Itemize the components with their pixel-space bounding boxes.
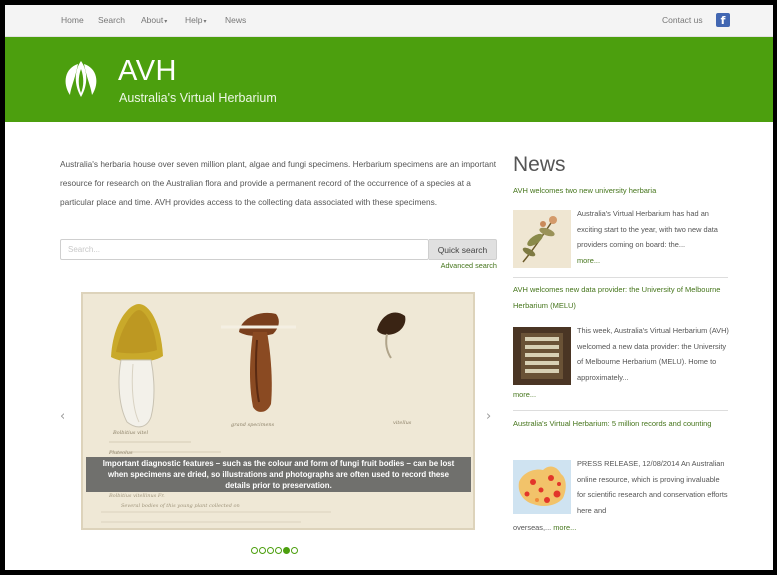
carousel-dot-4[interactable]: [275, 547, 282, 555]
news-article-3-more-link[interactable]: more...: [553, 523, 576, 532]
carousel-prev-icon[interactable]: ‹: [60, 409, 65, 424]
carousel-indicators: [251, 542, 299, 555]
news-divider: [513, 277, 728, 278]
handwritten-line-1: Bolbitius vitellinus Fr.: [109, 493, 165, 499]
news-article-2-title[interactable]: AVH welcomes new data provider: the Univ…: [513, 282, 728, 313]
news-article-1-more-row: more...: [577, 253, 729, 269]
search-input[interactable]: [60, 239, 429, 260]
chevron-down-icon: ▾: [203, 19, 207, 25]
nav-about[interactable]: About▾: [141, 15, 167, 25]
site-subtitle: Australia's Virtual Herbarium: [119, 91, 277, 105]
news-article-3-more-row: overseas,... more...: [513, 523, 577, 532]
news-article-2-more-link[interactable]: more...: [513, 390, 536, 399]
news-article-3-summary: PRESS RELEASE, 12/08/2014 An Australian …: [577, 459, 728, 516]
handwritten-line-2: Several bodies of this young plant colle…: [121, 503, 240, 509]
carousel-next-icon[interactable]: ›: [486, 409, 491, 424]
illustration-label-3: vitellus: [393, 420, 412, 426]
carousel-dot-5[interactable]: [283, 547, 290, 555]
avh-leaf-logo-icon[interactable]: [61, 59, 101, 99]
pressed-plant-thumbnail-icon[interactable]: [513, 210, 571, 268]
quick-search-button[interactable]: Quick search: [429, 239, 497, 260]
nav-news[interactable]: News: [225, 15, 246, 25]
page: Home Search About▾ Help▾ News Contact us…: [5, 5, 773, 570]
illustration-label-2: grand specimens: [231, 422, 275, 428]
carousel-dot-1[interactable]: [251, 547, 258, 555]
chevron-down-icon: ▾: [164, 19, 168, 25]
nav-search[interactable]: Search: [98, 15, 125, 25]
advanced-search-link[interactable]: Advanced search: [433, 261, 497, 270]
news-article-2-summary: This week, Australia's Virtual Herbarium…: [577, 326, 729, 383]
carousel-dot-3[interactable]: [267, 547, 274, 555]
australia-map-thumbnail-icon[interactable]: [513, 460, 571, 514]
news-article-2-more-row: more...: [513, 387, 728, 403]
intro-paragraph: Australia's herbaria house over seven mi…: [60, 159, 497, 207]
news-article-1-more-link[interactable]: more...: [577, 256, 600, 265]
nav-home[interactable]: Home: [61, 15, 84, 25]
carousel-dot-6[interactable]: [291, 547, 298, 555]
carousel-slide: Bolbitius vitel grand specimens vitellus…: [81, 292, 475, 530]
top-nav: Home Search About▾ Help▾ News Contact us…: [5, 5, 773, 37]
illustration-label-4: Pluteolus: [109, 450, 133, 456]
site-title[interactable]: AVH: [118, 55, 177, 87]
nav-contact-us[interactable]: Contact us: [662, 15, 703, 25]
news-divider: [513, 410, 728, 411]
illustration-label-1: Bolbitius vitel: [113, 430, 149, 436]
news-article-3-title[interactable]: Australia's Virtual Herbarium: 5 million…: [513, 416, 728, 432]
news-article-1-summary: Australia's Virtual Herbarium has had an…: [577, 209, 718, 250]
news-heading: News: [513, 153, 566, 176]
nav-help[interactable]: Help▾: [185, 15, 207, 25]
herbarium-cabinet-thumbnail-icon[interactable]: [513, 327, 571, 385]
carousel-dot-2[interactable]: [259, 547, 266, 555]
carousel-caption: Important diagnostic features – such as …: [86, 457, 471, 492]
facebook-icon[interactable]: f: [716, 13, 730, 27]
header-banner: AVH Australia's Virtual Herbarium: [5, 37, 773, 122]
news-article-1-title[interactable]: AVH welcomes two new university herbaria: [513, 183, 728, 199]
